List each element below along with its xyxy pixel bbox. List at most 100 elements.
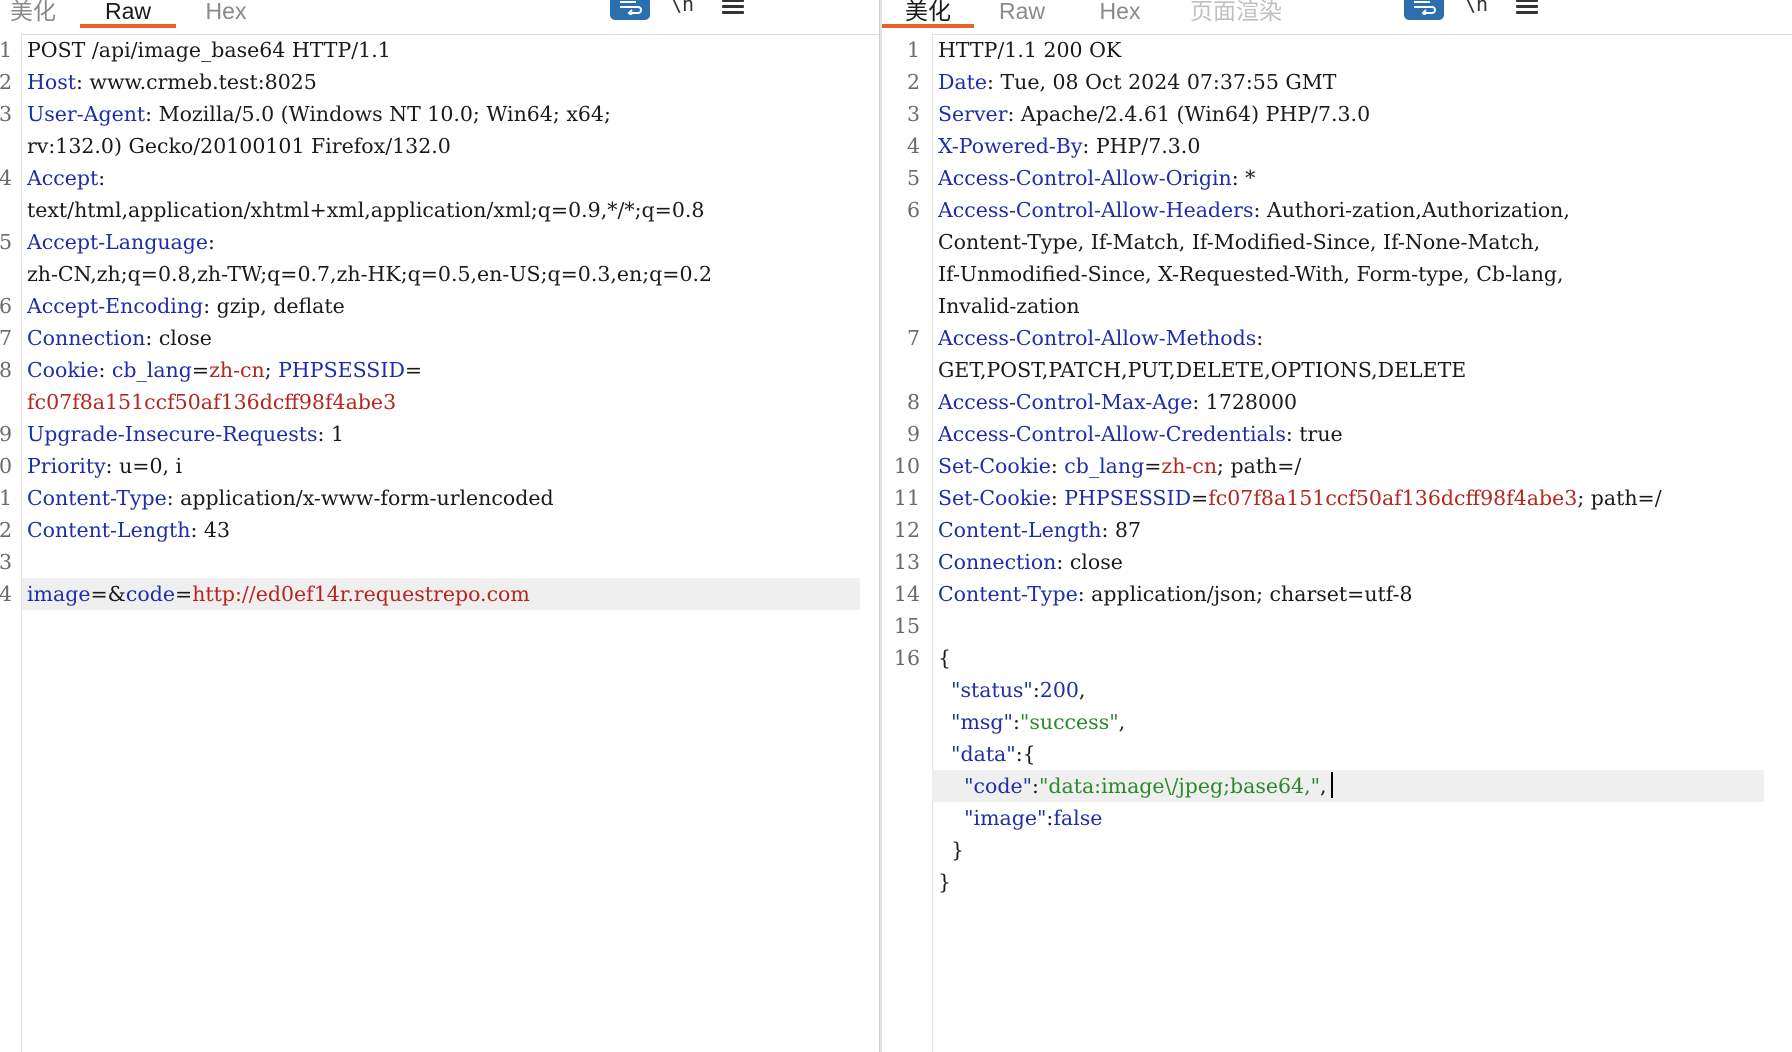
line-number: 9 <box>0 422 12 446</box>
code-line[interactable]: 2 Host: www.crmeb.test:8025 <box>0 66 880 98</box>
token: User-Agent <box>27 102 146 126</box>
code-line[interactable]: Content-Type, If-Match, If-Modified-Sinc… <box>882 226 1792 258</box>
code-line[interactable]: 2 Date: Tue, 08 Oct 2024 07:37:55 GMT <box>882 66 1792 98</box>
response-tab-raw[interactable]: Raw <box>994 0 1050 28</box>
code-line[interactable]: 11 Set-Cookie: PHPSESSID=fc07f8a151ccf50a… <box>882 482 1792 514</box>
line-text: } <box>938 834 964 866</box>
code-line[interactable]: 2 Content-Length: 43 <box>0 514 880 546</box>
request-wrap-lines-button[interactable] <box>610 0 650 20</box>
code-line[interactable]: 14 Content-Type: application/json; charse… <box>882 578 1792 610</box>
token: "image" <box>964 806 1047 830</box>
response-editor[interactable]: 1 HTTP/1.1 200 OK 2 Date: Tue, 08 Oct 2024 … <box>882 34 1792 1052</box>
line-number: 9 <box>906 422 920 446</box>
code-line[interactable]: "image":false <box>882 802 1792 834</box>
request-show-newlines-button[interactable]: \n <box>667 0 697 20</box>
code-line[interactable]: zh-CN,zh;q=0.8,zh-TW;q=0.7,zh-HK;q=0.5,e… <box>0 258 880 290</box>
token: X-Powered-By <box>938 134 1083 158</box>
token: : <box>1032 774 1039 798</box>
request-menu-button[interactable] <box>718 0 748 22</box>
line-text: Content-Type: application/x-www-form-url… <box>27 482 554 514</box>
code-line[interactable]: 3 Server: Apache/2.4.61 (Win64) PHP/7.3.0 <box>882 98 1792 130</box>
line-number: 7 <box>0 326 12 350</box>
line-text: Connection: close <box>27 322 212 354</box>
code-line[interactable]: fc07f8a151ccf50af136dcff98f4abe3 <box>0 386 880 418</box>
response-show-newlines-button[interactable]: \n <box>1461 0 1491 20</box>
response-menu-button[interactable] <box>1512 0 1542 22</box>
code-line[interactable]: 9 Upgrade-Insecure-Requests: 1 <box>0 418 880 450</box>
token: false <box>1053 806 1103 830</box>
code-line[interactable]: 7 Connection: close <box>0 322 880 354</box>
code-line[interactable]: 6 Access-Control-Allow-Headers: Authori-z… <box>882 194 1792 226</box>
code-line[interactable]: 10 Set-Cookie: cb_lang=zh-cn; path=/ <box>882 450 1792 482</box>
response-tab-pretty[interactable]: 美化 <box>882 0 974 28</box>
token: : <box>1256 326 1264 350</box>
line-text: "msg":"success", <box>938 706 1125 738</box>
code-line[interactable]: "status":200, <box>882 674 1792 706</box>
code-line[interactable]: 4 X-Powered-By: PHP/7.3.0 <box>882 130 1792 162</box>
request-tab-hex[interactable]: Hex <box>200 0 252 28</box>
code-line[interactable]: "data":{ <box>882 738 1792 770</box>
code-line[interactable]: 3 <box>0 546 880 578</box>
line-number: 7 <box>906 326 920 350</box>
line-text: Set-Cookie: PHPSESSID=fc07f8a151ccf50af1… <box>938 482 1662 514</box>
token: : u=0, i <box>105 454 183 478</box>
code-line[interactable]: "msg":"success", <box>882 706 1792 738</box>
code-line[interactable]: 5 Access-Control-Allow-Origin: * <box>882 162 1792 194</box>
token: rv:132.0) Gecko/20100101 Firefox/132.0 <box>27 134 451 158</box>
code-line[interactable]: 13 Connection: close <box>882 546 1792 578</box>
code-line[interactable]: } <box>882 834 1792 866</box>
code-line[interactable]: 3 User-Agent: Mozilla/5.0 (Windows NT 10.… <box>0 98 880 130</box>
line-text: GET,POST,PATCH,PUT,DELETE,OPTIONS,DELETE <box>938 354 1466 386</box>
token: POST /api/image_base64 HTTP/1.1 <box>27 38 391 62</box>
token: Connection <box>938 550 1057 574</box>
code-line[interactable]: 4 image=&code=http://ed0ef14r.requestrepo… <box>0 578 880 610</box>
code-line[interactable]: 16 { <box>882 642 1792 674</box>
code-line[interactable]: If-Unmodified-Since, X-Requested-With, F… <box>882 258 1792 290</box>
code-line[interactable]: 5 Accept-Language: <box>0 226 880 258</box>
code-line[interactable]: rv:132.0) Gecko/20100101 Firefox/132.0 <box>0 130 880 162</box>
code-line[interactable]: 9 Access-Control-Allow-Credentials: true <box>882 418 1792 450</box>
token: } <box>938 838 965 862</box>
line-text: Content-Length: 87 <box>938 514 1141 546</box>
token: "code" <box>964 774 1033 798</box>
hamburger-menu-icon <box>1512 0 1542 14</box>
token: 200 <box>1039 678 1079 702</box>
token: : <box>208 230 215 254</box>
line-text: Host: www.crmeb.test:8025 <box>27 66 317 98</box>
code-line[interactable]: 1 HTTP/1.1 200 OK <box>882 34 1792 66</box>
code-line[interactable]: 8 Access-Control-Max-Age: 1728000 <box>882 386 1792 418</box>
code-line[interactable]: 0 Priority: u=0, i <box>0 450 880 482</box>
code-line[interactable]: } <box>882 866 1792 898</box>
code-line[interactable]: 4 Accept: <box>0 162 880 194</box>
request-tab-raw[interactable]: Raw <box>80 0 176 28</box>
token: fc07f8a151ccf50af136dcff98f4abe3 <box>27 390 397 414</box>
token: text/html,application/xhtml+xml,applicat… <box>27 198 705 222</box>
response-tab-bar: 美化 Raw Hex 页面渲染 \n <box>882 0 1792 35</box>
line-text: Accept-Language: <box>27 226 215 258</box>
code-line[interactable]: Invalid-zation <box>882 290 1792 322</box>
token: Connection <box>27 326 146 350</box>
line-text: If-Unmodified-Since, X-Requested-With, F… <box>938 258 1564 290</box>
code-line[interactable]: 1 Content-Type: application/x-www-form-ur… <box>0 482 880 514</box>
request-editor[interactable]: 1 POST /api/image_base64 HTTP/1.1 2 Host: w… <box>0 34 880 1052</box>
line-number: 2 <box>906 70 920 94</box>
code-line[interactable]: text/html,application/xhtml+xml,applicat… <box>0 194 880 226</box>
code-line[interactable]: 6 Accept-Encoding: gzip, deflate <box>0 290 880 322</box>
line-number: 10 <box>893 454 920 478</box>
code-line[interactable]: "code":"data:image\/jpeg;base64,", <box>882 770 1792 802</box>
code-line[interactable]: 1 POST /api/image_base64 HTTP/1.1 <box>0 34 880 66</box>
response-pane: 美化 Raw Hex 页面渲染 \n 1 HTTP/1.1 200 OK 2 Date… <box>882 0 1792 1052</box>
code-line[interactable]: 15 <box>882 610 1792 642</box>
response-wrap-lines-button[interactable] <box>1404 0 1444 20</box>
code-line[interactable]: 8 Cookie: cb_lang=zh-cn; PHPSESSID= <box>0 354 880 386</box>
token: "success" <box>1019 710 1119 734</box>
token: : Mozilla/5.0 (Windows NT 10.0; Win64; x… <box>145 102 611 126</box>
code-line[interactable]: 7 Access-Control-Allow-Methods: <box>882 322 1792 354</box>
response-tab-hex[interactable]: Hex <box>1094 0 1146 28</box>
request-tab-pretty[interactable]: 美化 <box>8 0 58 28</box>
response-tab-render[interactable]: 页面渲染 <box>1188 0 1284 28</box>
code-line[interactable]: GET,POST,PATCH,PUT,DELETE,OPTIONS,DELETE <box>882 354 1792 386</box>
token: ; path=/ <box>1217 454 1302 478</box>
code-line[interactable]: 12 Content-Length: 87 <box>882 514 1792 546</box>
line-number: 3 <box>0 102 12 126</box>
